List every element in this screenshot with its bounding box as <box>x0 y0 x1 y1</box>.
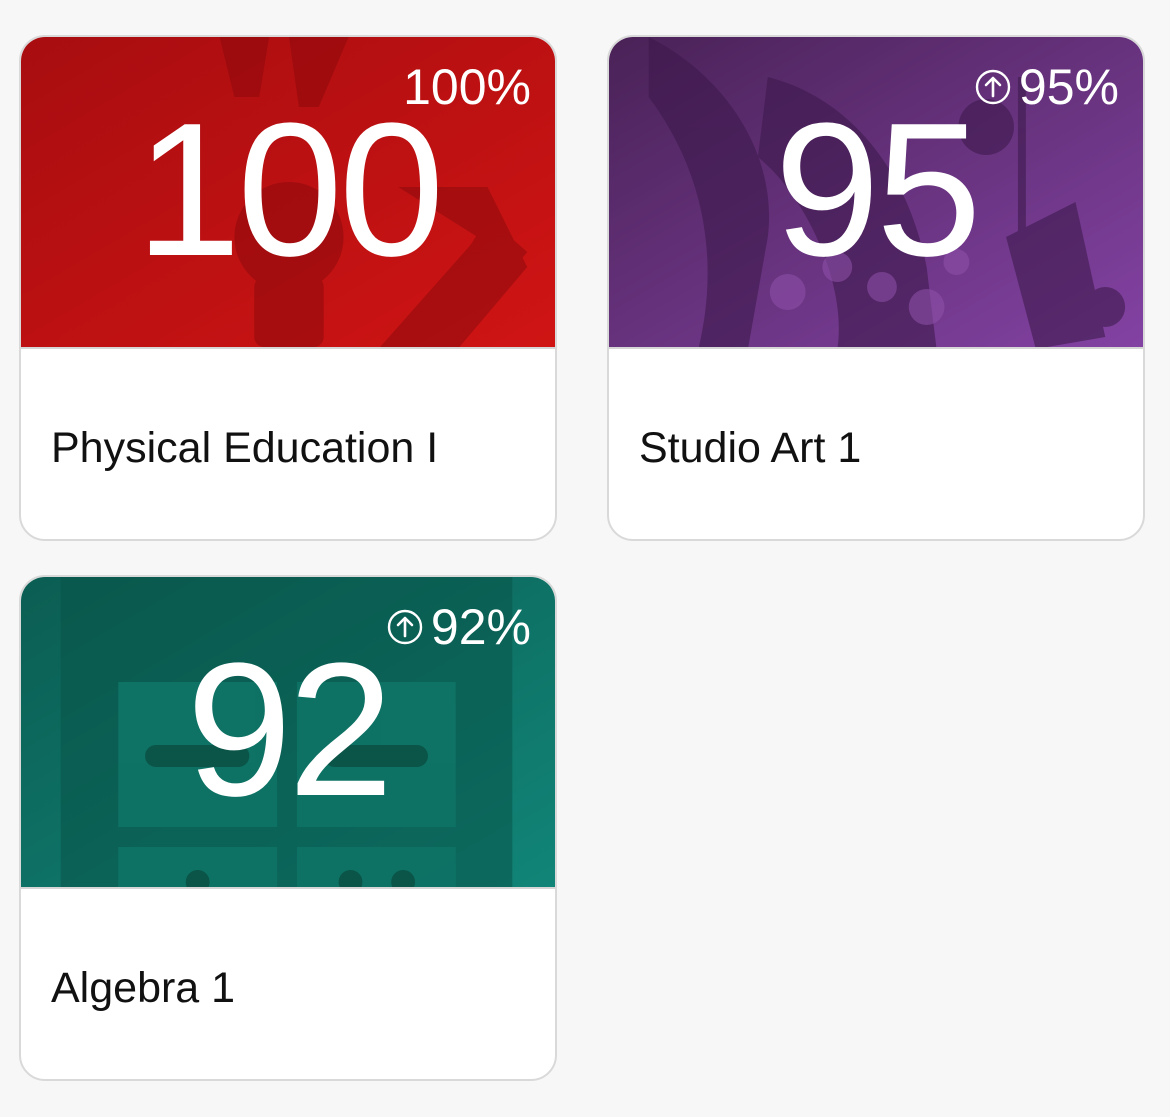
course-banner: 100% 100 <box>21 37 555 349</box>
course-banner: 95% 95 <box>609 37 1143 349</box>
course-name: Physical Education I <box>51 424 439 472</box>
course-card-algebra[interactable]: 92% 92 Algebra 1 <box>19 575 557 1081</box>
grade-value: 95 <box>774 84 981 296</box>
course-card-studio-art[interactable]: 95% 95 Studio Art 1 <box>607 35 1145 541</box>
course-card-physical-education[interactable]: 100% 100 Physical Education I <box>19 35 557 541</box>
grade-value: 92 <box>186 624 393 836</box>
course-banner: 92% 92 <box>21 577 555 889</box>
grade-value: 100 <box>135 84 444 296</box>
course-name: Algebra 1 <box>51 964 236 1012</box>
course-name: Studio Art 1 <box>639 424 862 472</box>
